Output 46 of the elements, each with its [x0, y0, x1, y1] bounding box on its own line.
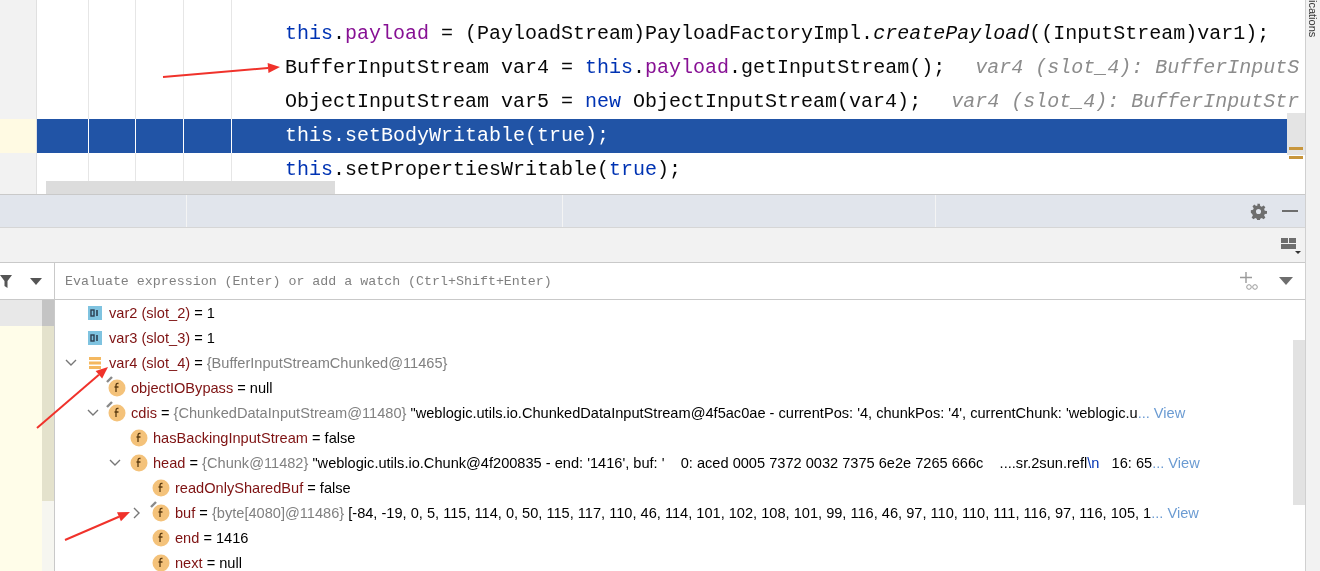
chevron-down-icon[interactable] [109, 458, 121, 467]
field-icon [108, 378, 126, 397]
dropdown-caret-icon[interactable] [1279, 277, 1293, 285]
scroll-thumb[interactable] [42, 300, 54, 326]
filter-icon[interactable] [0, 273, 12, 289]
variable-entry[interactable]: var4 (slot_4) = {BufferInputStreamChunked@11465} [109, 354, 448, 371]
settings-icon[interactable] [1249, 202, 1267, 220]
field-icon [108, 403, 126, 422]
chevron-down-icon[interactable] [87, 408, 99, 417]
variable-entry[interactable]: head = {Chunk@11482} "weblogic.utils.io.Chunk@4f200835 - end: '1416', buf: ' 0: aced 0005 7372 0032 7375 6e2e 7265 666c ....sr.2sun.refl\n 16: 65 [153, 454, 1153, 471]
code-line: BufferInputStream var4 = this.payload.getInputStream(); var4 (slot_4): BufferInputS [285, 55, 1300, 81]
field-icon [152, 503, 170, 522]
code-line: this.payload = (PayloadStream)PayloadFactoryImpl.createPayload((InputStream)var1); [285, 21, 1270, 47]
code-line: this.setBodyWritable(true); [285, 123, 610, 149]
scroll-thumb[interactable] [1293, 340, 1305, 505]
variable-entry[interactable]: readOnlySharedBuf = false [175, 479, 351, 496]
field-icon [152, 478, 170, 497]
annotation-arrow [36, 367, 108, 429]
tool-window-tab[interactable]: ications [1306, 0, 1319, 38]
variable-entry[interactable]: objectIOBypass = null [131, 379, 273, 396]
annotation-arrow [64, 512, 130, 541]
variable-entry[interactable]: var2 (slot_2) = 1 [109, 304, 215, 321]
variable-entry[interactable]: end = 1416 [175, 529, 249, 546]
layout-icon[interactable] [1281, 236, 1301, 254]
variable-entry[interactable]: buf = {byte[4080]@11486} [-84, -19, 0, 5, 115, 114, 0, 50, 115, 117, 110, 46, 114, 101, 102, 108, 101, 99, 116, 46, 97, 110, 110, 111, 116, 97, 116, 105, 1 [175, 504, 1152, 521]
chevron-down-icon[interactable] [65, 358, 77, 367]
field-icon [152, 528, 170, 547]
scrollbar[interactable] [46, 181, 335, 194]
primitive-icon [88, 330, 102, 345]
code-line: ObjectInputStream var5 = new ObjectInputStream(var4); var4 (slot_4): BufferInputStr [285, 89, 1300, 115]
field-icon [130, 428, 148, 447]
code-editor[interactable] [0, 0, 1305, 195]
variable-entry[interactable]: hasBackingInputStream = false [153, 429, 356, 446]
field-icon [152, 553, 170, 571]
minimize-icon[interactable] [1282, 209, 1298, 213]
dropdown-caret-icon[interactable] [30, 277, 42, 285]
object-icon [87, 354, 103, 371]
variable-entry[interactable]: next = null [175, 554, 242, 571]
primitive-icon [88, 305, 102, 320]
field-icon [130, 453, 148, 472]
add-watch-icon[interactable] [1239, 271, 1259, 291]
chevron-right-icon[interactable] [133, 506, 141, 519]
scroll-thumb[interactable] [1287, 113, 1305, 155]
variable-entry[interactable]: var3 (slot_3) = 1 [109, 329, 215, 346]
variable-entry[interactable]: cdis = {ChunkedDataInputStream@11480} "weblogic.utils.io.ChunkedDataInputStream@4f5ac0ae - currentPos: '4, chunkPos: '4', currentChunk: 'weblogic.u [131, 404, 1138, 421]
code-line: this.setPropertiesWritable(true); [285, 157, 682, 183]
